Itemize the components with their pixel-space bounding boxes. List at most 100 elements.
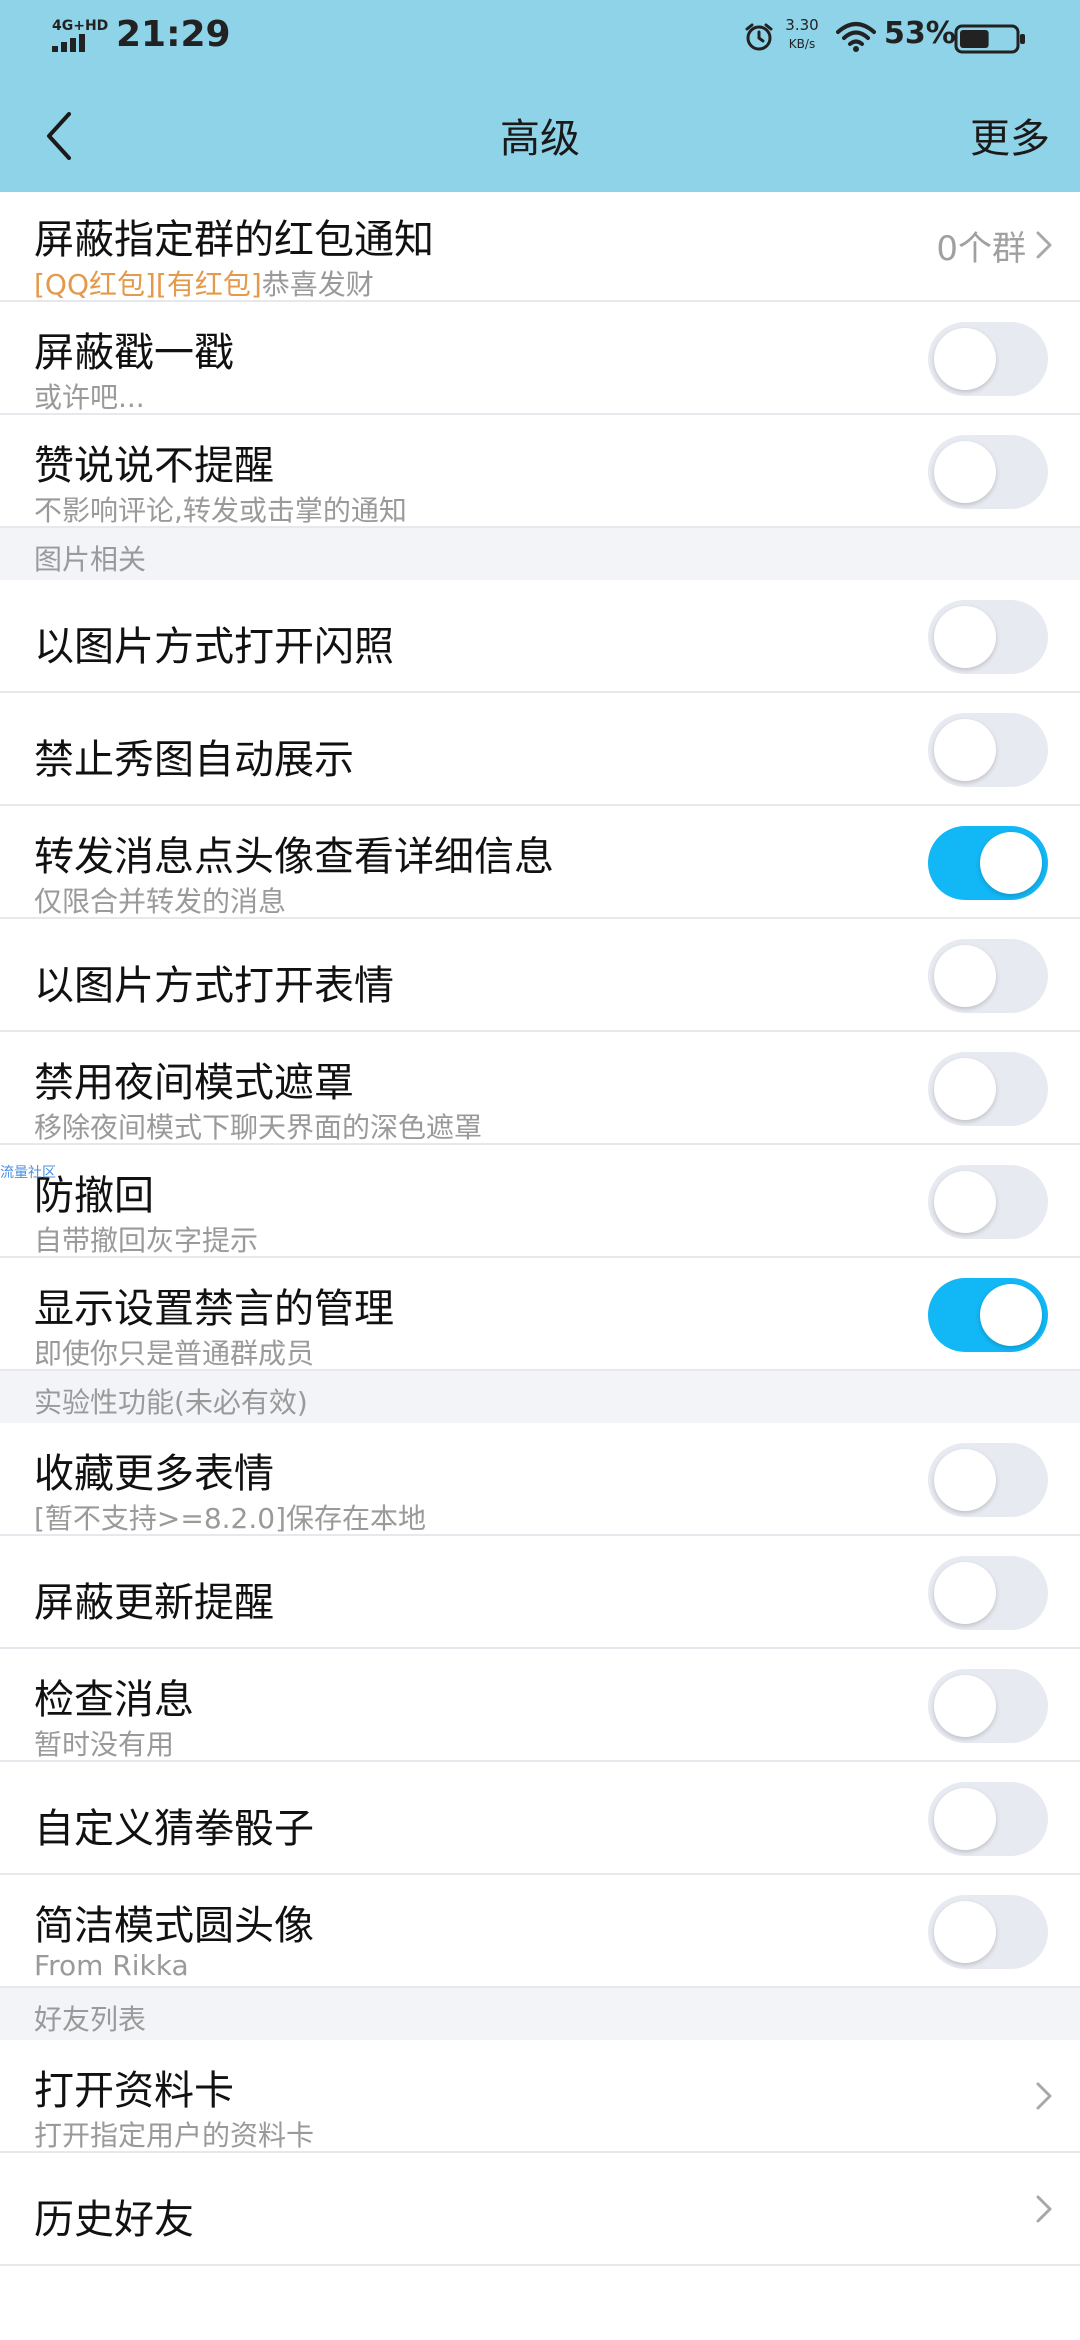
toggle-knob [934,1562,996,1624]
toggle-switch[interactable] [928,826,1048,900]
settings-row[interactable]: 自定义猜拳骰子 [0,1762,1080,1875]
row-subtitle: 自带撤回灰字提示 [34,1219,258,1259]
settings-row[interactable]: 显示设置禁言的管理即使你只是普通群成员 [0,1258,1080,1371]
toggle-switch[interactable] [928,1443,1048,1517]
app-header: 4G+HD 21:29 3.30 KB/s 53% 高级 更多 [0,0,1080,192]
toggle-knob [980,832,1042,894]
toggle-switch[interactable] [928,713,1048,787]
row-subtitle: 或许吧... [34,376,145,416]
toggle-switch[interactable] [928,322,1048,396]
settings-row[interactable]: 屏蔽戳一戳 或许吧... [0,302,1080,415]
row-title: 禁用夜间模式遮罩 [34,1060,354,1106]
row-title: 检查消息 [34,1677,194,1723]
toggle-switch[interactable] [928,1165,1048,1239]
toggle-knob [934,1171,996,1233]
row-title: 屏蔽更新提醒 [34,1580,274,1626]
toggle-knob [934,441,996,503]
speed-value: 3.30 [785,16,819,34]
row-subtitle-text: 仅限合并转发的消息 [34,885,287,918]
back-button[interactable] [28,104,88,168]
toggle-switch[interactable] [928,1895,1048,1969]
toggle-knob [934,328,996,390]
toggle-knob [934,1901,996,1963]
battery-percent: 53% [884,16,956,51]
row-title: 显示设置禁言的管理 [34,1286,394,1332]
row-subtitle: 不影响评论,转发或击掌的通知 [34,489,407,529]
row-subtitle: 移除夜间模式下聊天界面的深色遮罩 [34,1106,482,1146]
toggle-switch[interactable] [928,1782,1048,1856]
toggle-switch[interactable] [928,1278,1048,1352]
settings-row[interactable]: 打开资料卡 打开指定用户的资料卡 [0,2040,1080,2153]
chevron-left-icon [47,112,71,160]
status-bar: 4G+HD 21:29 3.30 KB/s 53% [0,0,1080,80]
row-title: 打开资料卡 [34,2068,234,2114]
row-subtitle-text: 不影响评论,转发或击掌的通知 [34,494,407,527]
toggle-switch[interactable] [928,1669,1048,1743]
settings-row[interactable]: 检查消息 暂时没有用 [0,1649,1080,1762]
toggle-knob [934,1058,996,1120]
section-title: 实验性功能(未必有效) [34,1386,308,1419]
toggle-knob [934,1788,996,1850]
settings-row[interactable]: 收藏更多表情 [暂不支持>=8.2.0]保存在本地 [0,1423,1080,1536]
settings-row[interactable]: 禁止秀图自动展示 [0,693,1080,806]
section-header: 好友列表 [0,1988,1080,2040]
more-button[interactable]: 更多 [970,106,1050,164]
toggle-knob [934,719,996,781]
row-subtitle-text: 恭喜发财 [261,268,374,301]
toggle-knob [934,945,996,1007]
row-subtitle: From Rikka [34,1949,189,1982]
toggle-knob [980,1284,1042,1346]
settings-row[interactable]: 以图片方式打开闪照 [0,580,1080,693]
settings-row[interactable]: 以图片方式打开表情 [0,919,1080,1032]
row-subtitle: 打开指定用户的资料卡 [34,2114,314,2154]
status-time: 21:29 [116,14,231,55]
row-title: 屏蔽指定群的红包通知 [34,217,434,263]
page-title: 高级 [500,116,580,162]
section-title: 好友列表 [34,2003,147,2036]
watermark-text: 流量社区 [0,1165,56,1181]
row-title: 转发消息点头像查看详细信息 [34,834,554,880]
toggle-switch[interactable] [928,1052,1048,1126]
row-title: 历史好友 [34,2197,194,2243]
settings-row[interactable]: 赞说说不提醒不影响评论,转发或击掌的通知 [0,415,1080,528]
row-subtitle-text: 移除夜间模式下聊天界面的深色遮罩 [34,1111,483,1144]
row-value: 0个群 [936,229,1026,269]
settings-row[interactable]: 禁用夜间模式遮罩移除夜间模式下聊天界面的深色遮罩 [0,1032,1080,1145]
settings-row[interactable]: 历史好友 [0,2153,1080,2266]
row-title: 赞说说不提醒 [34,443,274,489]
row-subtitle-text: 自带撤回灰字提示 [34,1224,259,1257]
row-title: 收藏更多表情 [34,1451,274,1497]
toggle-switch[interactable] [928,435,1048,509]
wifi-icon [836,22,876,52]
row-title: 简洁模式圆头像 [34,1903,314,1949]
settings-row[interactable]: 屏蔽指定群的红包通知 [QQ红包][有红包]恭喜发财 0个群 [0,189,1080,302]
row-subtitle: [QQ红包][有红包]恭喜发财 [34,263,374,303]
signal-icon [52,34,85,52]
section-header: 实验性功能(未必有效) [0,1371,1080,1423]
settings-row[interactable]: 转发消息点头像查看详细信息仅限合并转发的消息 [0,806,1080,919]
chevron-right-icon [1036,231,1052,259]
row-subtitle: 仅限合并转发的消息 [34,880,286,920]
toggle-switch[interactable] [928,1556,1048,1630]
toggle-knob [934,1675,996,1737]
section-title: 图片相关 [34,543,147,576]
row-title: 以图片方式打开表情 [34,963,394,1009]
row-subtitle-highlight: [QQ红包][有红包] [34,268,262,301]
row-title: 以图片方式打开闪照 [34,624,394,670]
battery-icon [954,24,1025,54]
network-speed: 3.30 KB/s [780,16,824,54]
row-subtitle-text: 即使你只是普通群成员 [34,1337,315,1370]
row-title: 自定义猜拳骰子 [34,1806,314,1852]
row-title: 屏蔽戳一戳 [34,330,234,376]
nav-bar: 高级 更多 [0,96,1080,176]
row-subtitle: 即使你只是普通群成员 [34,1332,314,1372]
settings-row[interactable]: 简洁模式圆头像 From Rikka [0,1875,1080,1988]
toggle-switch[interactable] [928,600,1048,674]
settings-row[interactable]: 防撤回 自带撤回灰字提示 [0,1145,1080,1258]
section-header: 图片相关 [0,528,1080,580]
toggle-switch[interactable] [928,939,1048,1013]
toggle-knob [934,606,996,668]
network-type: 4G+HD [52,18,109,34]
row-subtitle: 暂时没有用 [34,1723,174,1763]
settings-row[interactable]: 屏蔽更新提醒 [0,1536,1080,1649]
